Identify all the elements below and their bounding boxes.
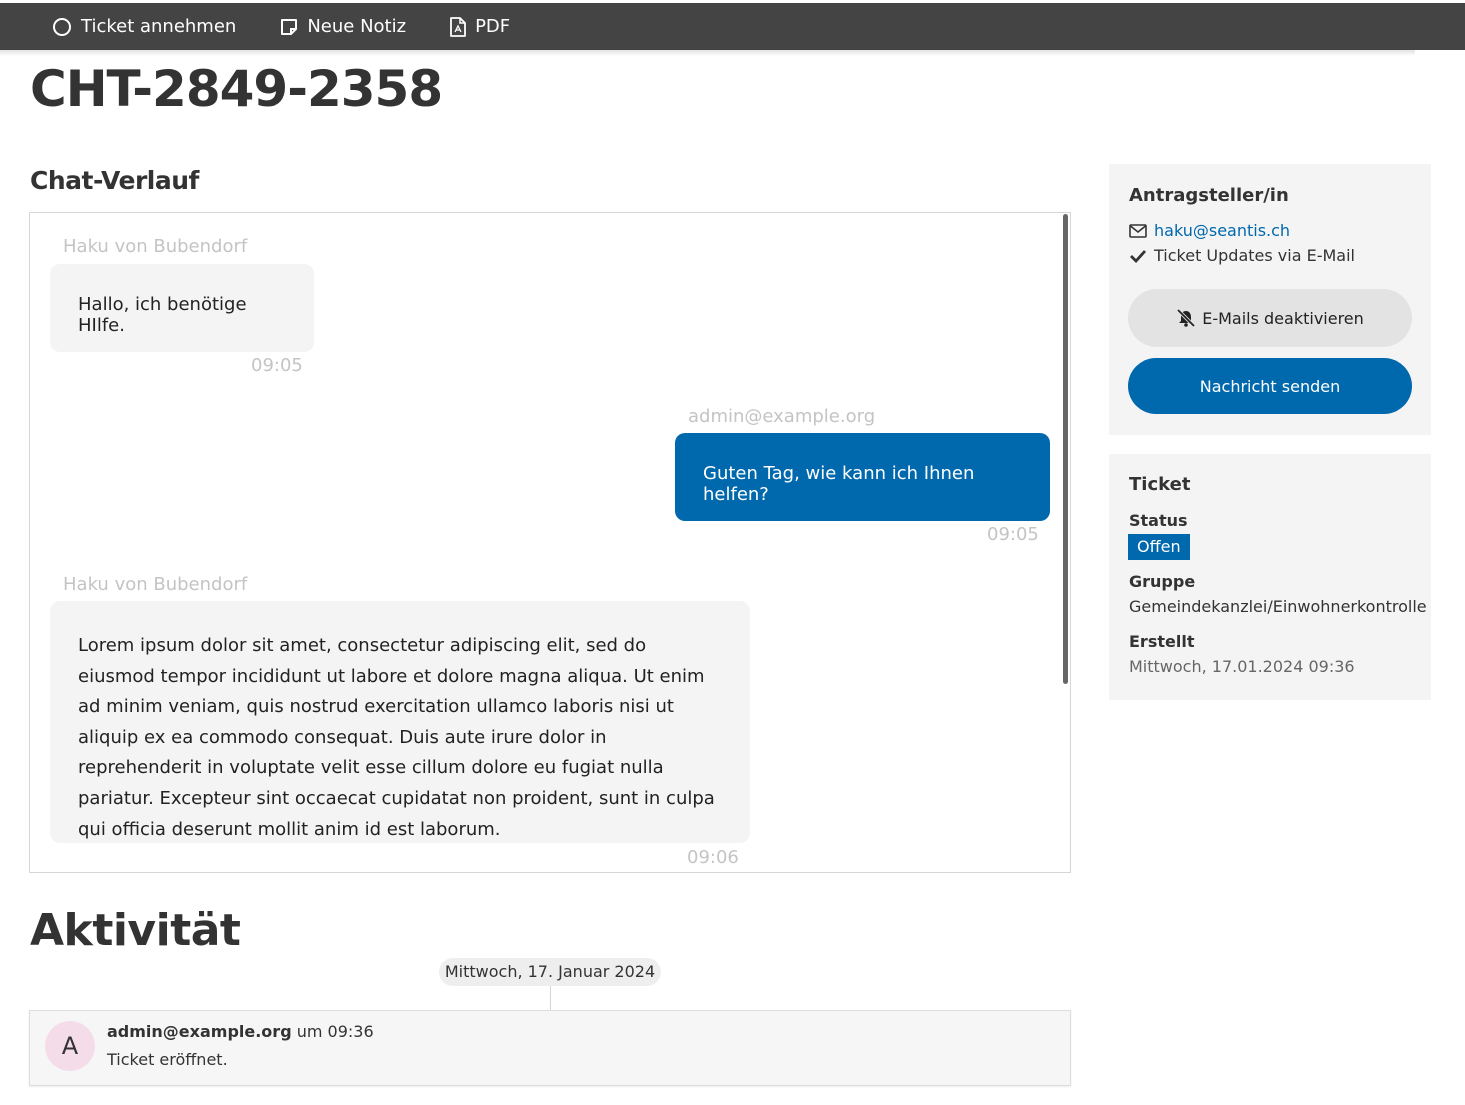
message-text: Guten Tag, wie kann ich Ihnen helfen? [703,463,975,505]
created-value: Mittwoch, 17.01.2024 09:36 [1129,657,1355,676]
send-message-button[interactable]: Nachricht senden [1128,358,1412,414]
requester-title: Antragsteller/in [1129,185,1289,206]
status-label: Status [1129,511,1188,530]
email-row: haku@seantis.ch [1129,221,1290,240]
accept-ticket-button[interactable]: Ticket annehmen [52,16,236,37]
disable-emails-label: E-Mails deaktivieren [1202,308,1364,328]
requester-email-link[interactable]: haku@seantis.ch [1154,221,1290,240]
requester-panel: Antragsteller/in haku@seantis.ch Ticket … [1109,164,1431,435]
message-text: Lorem ipsum dolor sit amet, consectetur … [78,635,715,840]
circle-icon [53,17,71,36]
message-bubble: Lorem ipsum dolor sit amet, consectetur … [50,601,750,843]
message-time: 09:05 [987,524,1039,545]
ticket-panel: Ticket Status Offen Gruppe Gemeindekanzl… [1109,454,1431,700]
avatar: A [45,1021,95,1071]
chat-scrollbar[interactable] [1063,214,1068,684]
pdf-label: PDF [475,16,511,37]
send-message-label: Nachricht senden [1199,376,1341,396]
disable-emails-button[interactable]: E-Mails deaktivieren [1128,289,1412,347]
ticket-panel-title: Ticket [1129,474,1191,495]
updates-text: Ticket Updates via E-Mail [1154,246,1355,265]
activity-message: Ticket eröffnet. [107,1050,228,1069]
pdf-button[interactable]: PDF [450,16,510,37]
toolbar-shadow [0,50,1415,56]
envelope-icon [1129,223,1147,238]
timeline-connector [550,986,551,1011]
new-note-label: Neue Notiz [307,16,407,37]
bell-slash-icon [1176,309,1196,327]
activity-user: admin@example.org [107,1022,292,1041]
pdf-icon [450,16,466,37]
new-note-button[interactable]: Neue Notiz [280,16,406,37]
page-title: CHT-2849-2358 [30,60,443,118]
message-time: 09:05 [251,355,303,376]
note-icon [281,18,298,35]
message-bubble-outgoing: Guten Tag, wie kann ich Ihnen helfen? [675,433,1050,521]
accept-ticket-label: Ticket annehmen [81,16,237,37]
group-label: Gruppe [1129,572,1196,591]
updates-row: Ticket Updates via E-Mail [1129,246,1355,265]
message-sender: admin@example.org [688,406,876,427]
check-icon [1130,249,1147,263]
activity-date: Mittwoch, 17. Januar 2024 [439,958,661,986]
group-value: Gemeindekanzlei/Einwohnerkontrolle [1129,597,1427,616]
message-sender: Haku von Bubendorf [63,574,248,595]
message-time: 09:06 [687,847,739,868]
activity-header: admin@example.org um 09:36 [107,1022,374,1041]
message-sender: Haku von Bubendorf [63,236,248,257]
action-toolbar: Ticket annehmen Neue Notiz PDF [0,3,1465,50]
chat-section-title: Chat-Verlauf [30,166,199,195]
activity-time: um 09:36 [296,1022,374,1041]
message-text: Hallo, ich benötige HIlfe. [78,294,247,336]
status-badge: Offen [1128,534,1190,560]
created-label: Erstellt [1129,632,1195,651]
message-bubble: Hallo, ich benötige HIlfe. [50,264,314,352]
activity-title: Aktivität [30,905,241,956]
